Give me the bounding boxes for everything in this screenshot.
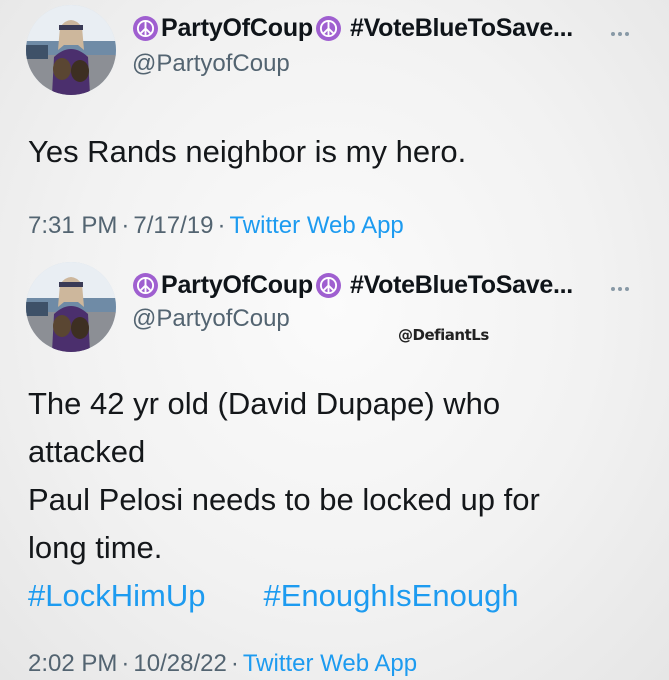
peace-symbol-icon	[315, 273, 341, 298]
tweet-text-line: The 42 yr old (David Dupape) who	[28, 386, 501, 421]
tweet-source[interactable]: Twitter Web App	[243, 650, 417, 677]
peace-symbol-icon	[133, 16, 158, 41]
tweet-text: The 42 yr old (David Dupape) who attacke…	[28, 380, 628, 620]
tweet-date[interactable]: 10/28/22	[133, 650, 226, 677]
name-row[interactable]: PartyOfCoup #VoteBlueToSave...	[130, 14, 573, 43]
avatar[interactable]	[26, 262, 116, 352]
tweet-source[interactable]: Twitter Web App	[229, 212, 403, 239]
tweet-text-line: attacked	[28, 434, 146, 469]
tweet-text: Yes Rands neighbor is my hero.	[28, 128, 466, 176]
tweet-time[interactable]: 7:31 PM	[28, 212, 117, 239]
name-row[interactable]: PartyOfCoup #VoteBlueToSave...	[130, 271, 573, 300]
display-name-suffix: #VoteBlueToSave...	[349, 14, 573, 42]
hashtag-row: #LockHimUp #EnoughIsEnough	[28, 572, 628, 620]
user-handle[interactable]: @PartyofCoup	[132, 305, 290, 333]
display-name-suffix: #VoteBlueToSave...	[349, 271, 573, 299]
display-name: PartyOfCoup	[161, 14, 313, 42]
tweet-2: PartyOfCoup #VoteBlueToSave... @PartyofC…	[0, 250, 669, 680]
more-options-icon[interactable]	[611, 32, 629, 36]
avatar[interactable]	[26, 5, 116, 95]
tweet-text-line: Paul Pelosi needs to be locked up for	[28, 482, 540, 517]
separator-dot: ·	[230, 650, 239, 677]
separator-dot: ·	[121, 650, 130, 677]
tweet-date[interactable]: 7/17/19	[133, 212, 213, 239]
user-handle[interactable]: @PartyofCoup	[132, 50, 290, 78]
tweet-1: PartyOfCoup #VoteBlueToSave... @PartyofC…	[0, 0, 669, 250]
tweet-text-line: long time.	[28, 530, 163, 565]
display-name: PartyOfCoup	[161, 271, 313, 299]
peace-symbol-icon	[133, 273, 158, 298]
watermark: @DefiantLs	[398, 326, 489, 344]
separator-dot: ·	[121, 212, 130, 239]
tweet-meta: 2:02 PM · 10/28/22 · Twitter Web App	[28, 650, 417, 678]
tweet-time[interactable]: 2:02 PM	[28, 650, 117, 677]
hashtag-link[interactable]: #EnoughIsEnough	[263, 578, 518, 613]
hashtag-link[interactable]: #LockHimUp	[28, 578, 205, 613]
tweet-text-line: Yes Rands neighbor is my hero.	[28, 134, 467, 169]
tweet-meta: 7:31 PM · 7/17/19 · Twitter Web App	[28, 212, 404, 240]
more-options-icon[interactable]	[611, 287, 629, 291]
peace-symbol-icon	[315, 16, 341, 41]
separator-dot: ·	[217, 212, 226, 239]
